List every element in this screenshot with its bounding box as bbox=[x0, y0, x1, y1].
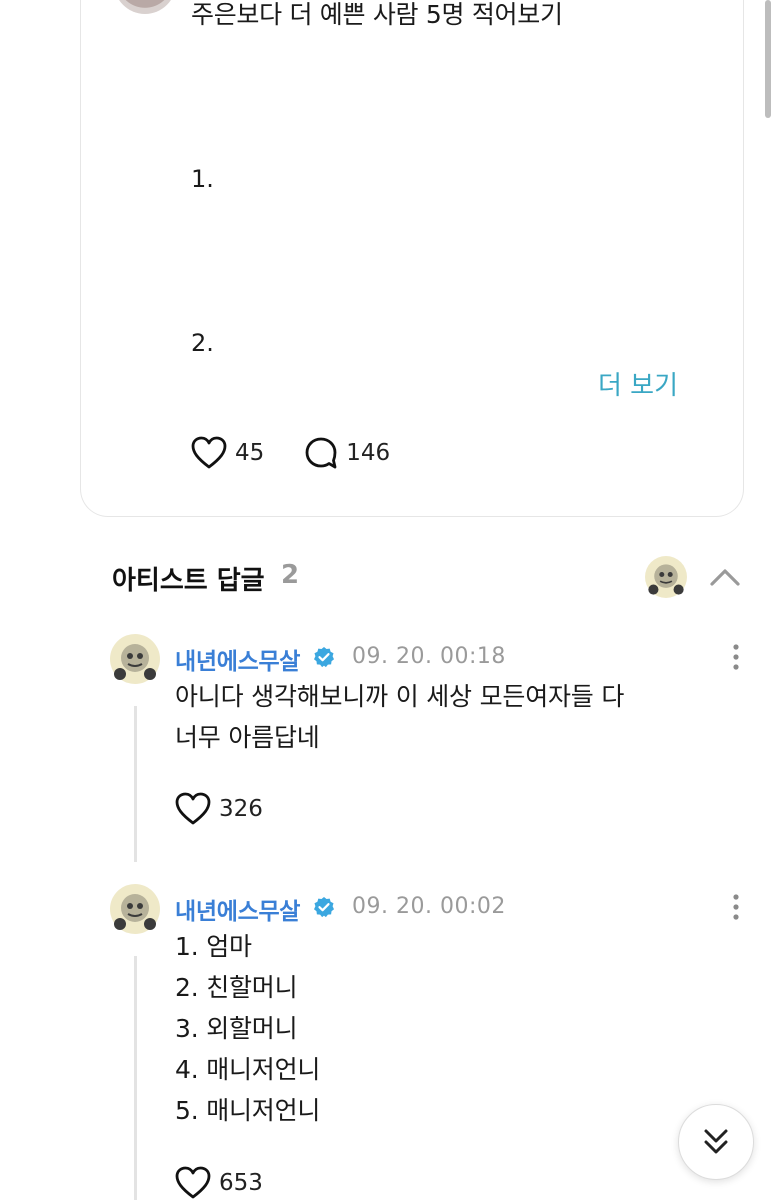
verified-badge-icon bbox=[314, 897, 334, 918]
verified-badge-icon bbox=[314, 647, 334, 668]
post-card: 주은보다 더 예쁜 사람 5명 적어보기 1. 2. 더 보기 45 146 bbox=[80, 0, 744, 517]
scrollbar[interactable] bbox=[765, 0, 771, 118]
collapse-button[interactable] bbox=[702, 556, 748, 598]
post-comment-count: 146 bbox=[346, 440, 391, 466]
reply-author-name[interactable]: 내년에스무살 bbox=[175, 642, 300, 676]
reply-body-line: 아니다 생각해보니까 이 세상 모든여자들 다 bbox=[175, 682, 625, 711]
post-list-line-1: 1. bbox=[191, 165, 214, 193]
post-stats: 45 146 bbox=[191, 436, 430, 470]
reply-timestamp: 09. 20. 00:02 bbox=[352, 894, 506, 919]
reply-body-line: 4. 매니저언니 bbox=[175, 1055, 321, 1084]
reply-body: 아니다 생각해보니까 이 세상 모든여자들 다 너무 아름답네 bbox=[175, 676, 624, 758]
heart-icon bbox=[191, 436, 227, 469]
scroll-to-bottom-button[interactable] bbox=[678, 1104, 754, 1180]
more-vertical-icon[interactable] bbox=[728, 892, 744, 922]
reply-body-line: 1. 엄마 bbox=[175, 932, 252, 961]
reply-author-name[interactable]: 내년에스무살 bbox=[175, 892, 300, 926]
artist-replies-count: 2 bbox=[281, 560, 300, 590]
reply-body-line: 5. 매니저언니 bbox=[175, 1096, 321, 1125]
chevrons-down-icon bbox=[704, 1129, 728, 1154]
artist-avatar bbox=[645, 556, 687, 598]
comment-icon bbox=[305, 437, 337, 469]
thread-line bbox=[134, 706, 137, 862]
reply-body-line: 2. 친할머니 bbox=[175, 973, 298, 1002]
reply-body: 1. 엄마 2. 친할머니 3. 외할머니 4. 매니저언니 5. 매니저언니 bbox=[175, 926, 320, 1131]
reply-author-avatar[interactable] bbox=[110, 884, 160, 934]
read-more-link[interactable]: 더 보기 bbox=[598, 365, 678, 402]
heart-icon bbox=[175, 1166, 211, 1199]
reply-like-count: 326 bbox=[219, 796, 263, 822]
heart-icon bbox=[175, 792, 211, 825]
reply-author-avatar[interactable] bbox=[110, 634, 160, 684]
thread-line bbox=[134, 956, 137, 1200]
post-like-button[interactable]: 45 bbox=[191, 436, 264, 470]
post-list-line-2: 2. bbox=[191, 329, 214, 357]
post-author-avatar[interactable] bbox=[114, 0, 176, 14]
reply-body-line: 너무 아름답네 bbox=[175, 723, 320, 752]
reply-timestamp: 09. 20. 00:18 bbox=[352, 644, 506, 669]
artist-replies-title: 아티스트 답글 bbox=[112, 566, 265, 596]
reply-body-line: 3. 외할머니 bbox=[175, 1014, 298, 1043]
post-like-count: 45 bbox=[235, 440, 265, 466]
artist-reply-2: 내년에스무살 09. 20. 00:02 1. 엄마 2. 친할머니 3. 외할… bbox=[110, 884, 750, 1200]
chevron-up-icon bbox=[710, 569, 740, 586]
reply-like-count: 653 bbox=[219, 1170, 263, 1196]
more-vertical-icon[interactable] bbox=[728, 642, 744, 672]
post-text: 주은보다 더 예쁜 사람 5명 적어보기 bbox=[191, 0, 563, 29]
reply-like-button[interactable]: 653 bbox=[175, 1166, 263, 1200]
reply-like-button[interactable]: 326 bbox=[175, 792, 263, 826]
artist-reply-1: 내년에스무살 09. 20. 00:18 아니다 생각해보니까 이 세상 모든여… bbox=[110, 634, 750, 864]
post-comment-button[interactable]: 146 bbox=[304, 436, 390, 470]
